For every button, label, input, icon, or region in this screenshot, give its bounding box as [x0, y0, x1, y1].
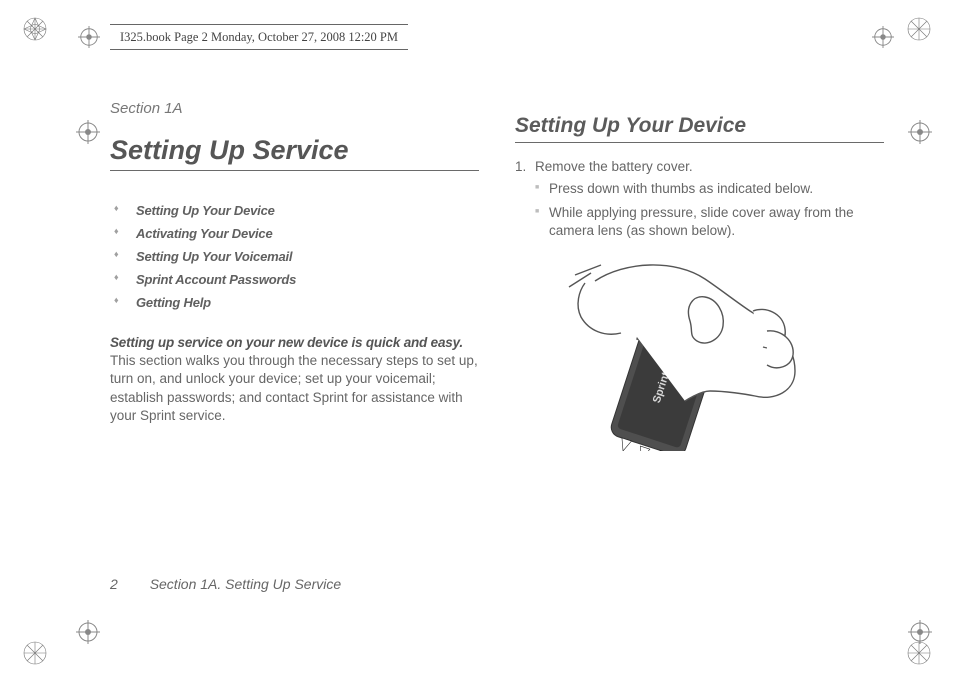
crosshair-icon	[872, 26, 894, 48]
page-number: 2	[110, 576, 118, 592]
print-meta-text: I325.book Page 2 Monday, October 27, 200…	[110, 24, 408, 50]
crosshair-icon	[908, 120, 932, 144]
step-item: 1. Remove the battery cover. Press down …	[515, 159, 884, 241]
toc-item: Setting Up Your Device	[110, 199, 479, 222]
substep-item: While applying pressure, slide cover awa…	[535, 204, 884, 240]
crosshair-icon	[908, 620, 932, 644]
section-label: Section 1A	[110, 100, 479, 117]
crosshair-icon	[78, 26, 100, 48]
page-body: Section 1A Setting Up Service Setting Up…	[110, 100, 884, 602]
registration-mark-icon	[22, 16, 48, 42]
toc-item: Sprint Account Passwords	[110, 268, 479, 291]
page-title: Setting Up Service	[110, 135, 479, 171]
device-illustration: Sprint	[535, 251, 884, 456]
section-heading: Setting Up Your Device	[515, 114, 884, 143]
toc-item: Setting Up Your Voicemail	[110, 245, 479, 268]
page-footer: 2 Section 1A. Setting Up Service	[110, 576, 341, 592]
print-meta-header: I325.book Page 2 Monday, October 27, 200…	[78, 22, 894, 52]
toc-item: Activating Your Device	[110, 222, 479, 245]
right-column: Setting Up Your Device 1. Remove the bat…	[515, 100, 884, 602]
substeps-list: Press down with thumbs as indicated belo…	[535, 180, 884, 241]
running-title: Section 1A. Setting Up Service	[150, 576, 341, 592]
left-column: Section 1A Setting Up Service Setting Up…	[110, 100, 479, 602]
toc-item: Getting Help	[110, 291, 479, 314]
intro-lead: Setting up service on your new device is…	[110, 335, 463, 350]
intro-rest: This section walks you through the neces…	[110, 353, 478, 423]
toc-list: Setting Up Your Device Activating Your D…	[110, 199, 479, 314]
registration-mark-icon	[906, 16, 932, 42]
substep-item: Press down with thumbs as indicated belo…	[535, 180, 884, 198]
step-text: Remove the battery cover.	[535, 159, 693, 174]
intro-paragraph: Setting up service on your new device is…	[110, 334, 479, 425]
crosshair-icon	[76, 120, 100, 144]
registration-mark-icon	[22, 640, 48, 666]
crosshair-icon	[76, 620, 100, 644]
steps-list: 1. Remove the battery cover. Press down …	[515, 159, 884, 241]
step-number: 1.	[515, 159, 526, 174]
